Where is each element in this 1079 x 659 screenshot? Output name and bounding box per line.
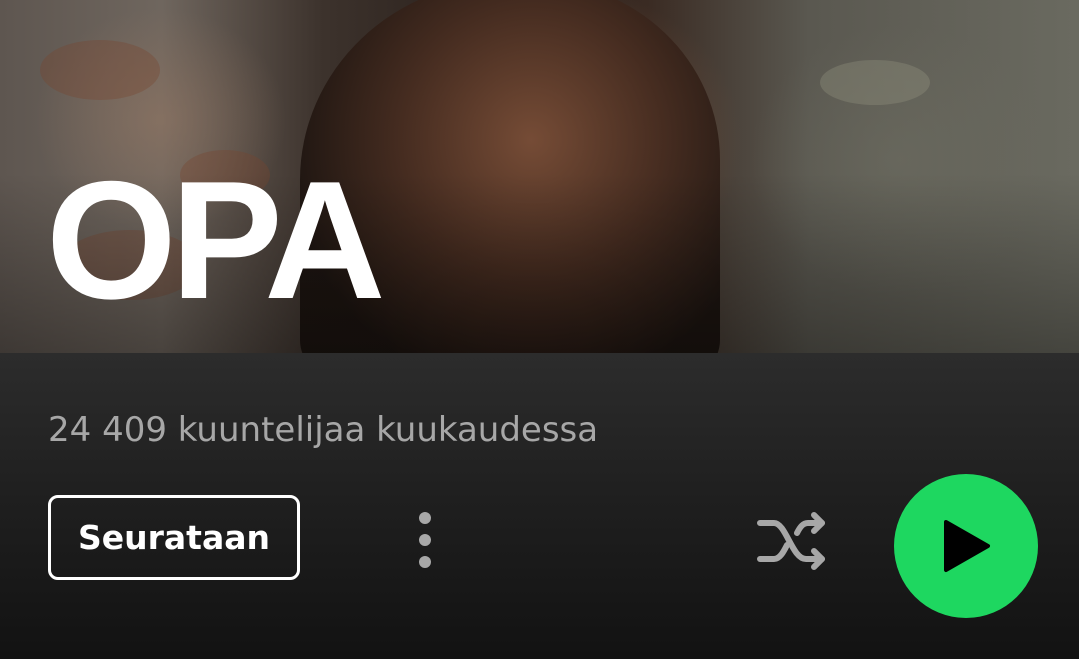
artist-name: OPA (46, 146, 386, 334)
shuffle-icon (757, 512, 825, 570)
more-options-button[interactable] (395, 500, 455, 580)
shuffle-button[interactable] (752, 505, 832, 577)
artist-page: OPA 24 409 kuuntelijaa kuukaudessa Seura… (0, 0, 1079, 659)
play-button[interactable] (894, 474, 1038, 618)
play-icon (944, 520, 990, 572)
artist-header-image: OPA (0, 0, 1079, 353)
more-vertical-icon (419, 512, 431, 568)
follow-button[interactable]: Seurataan (48, 495, 300, 580)
monthly-listeners: 24 409 kuuntelijaa kuukaudessa (48, 410, 599, 450)
